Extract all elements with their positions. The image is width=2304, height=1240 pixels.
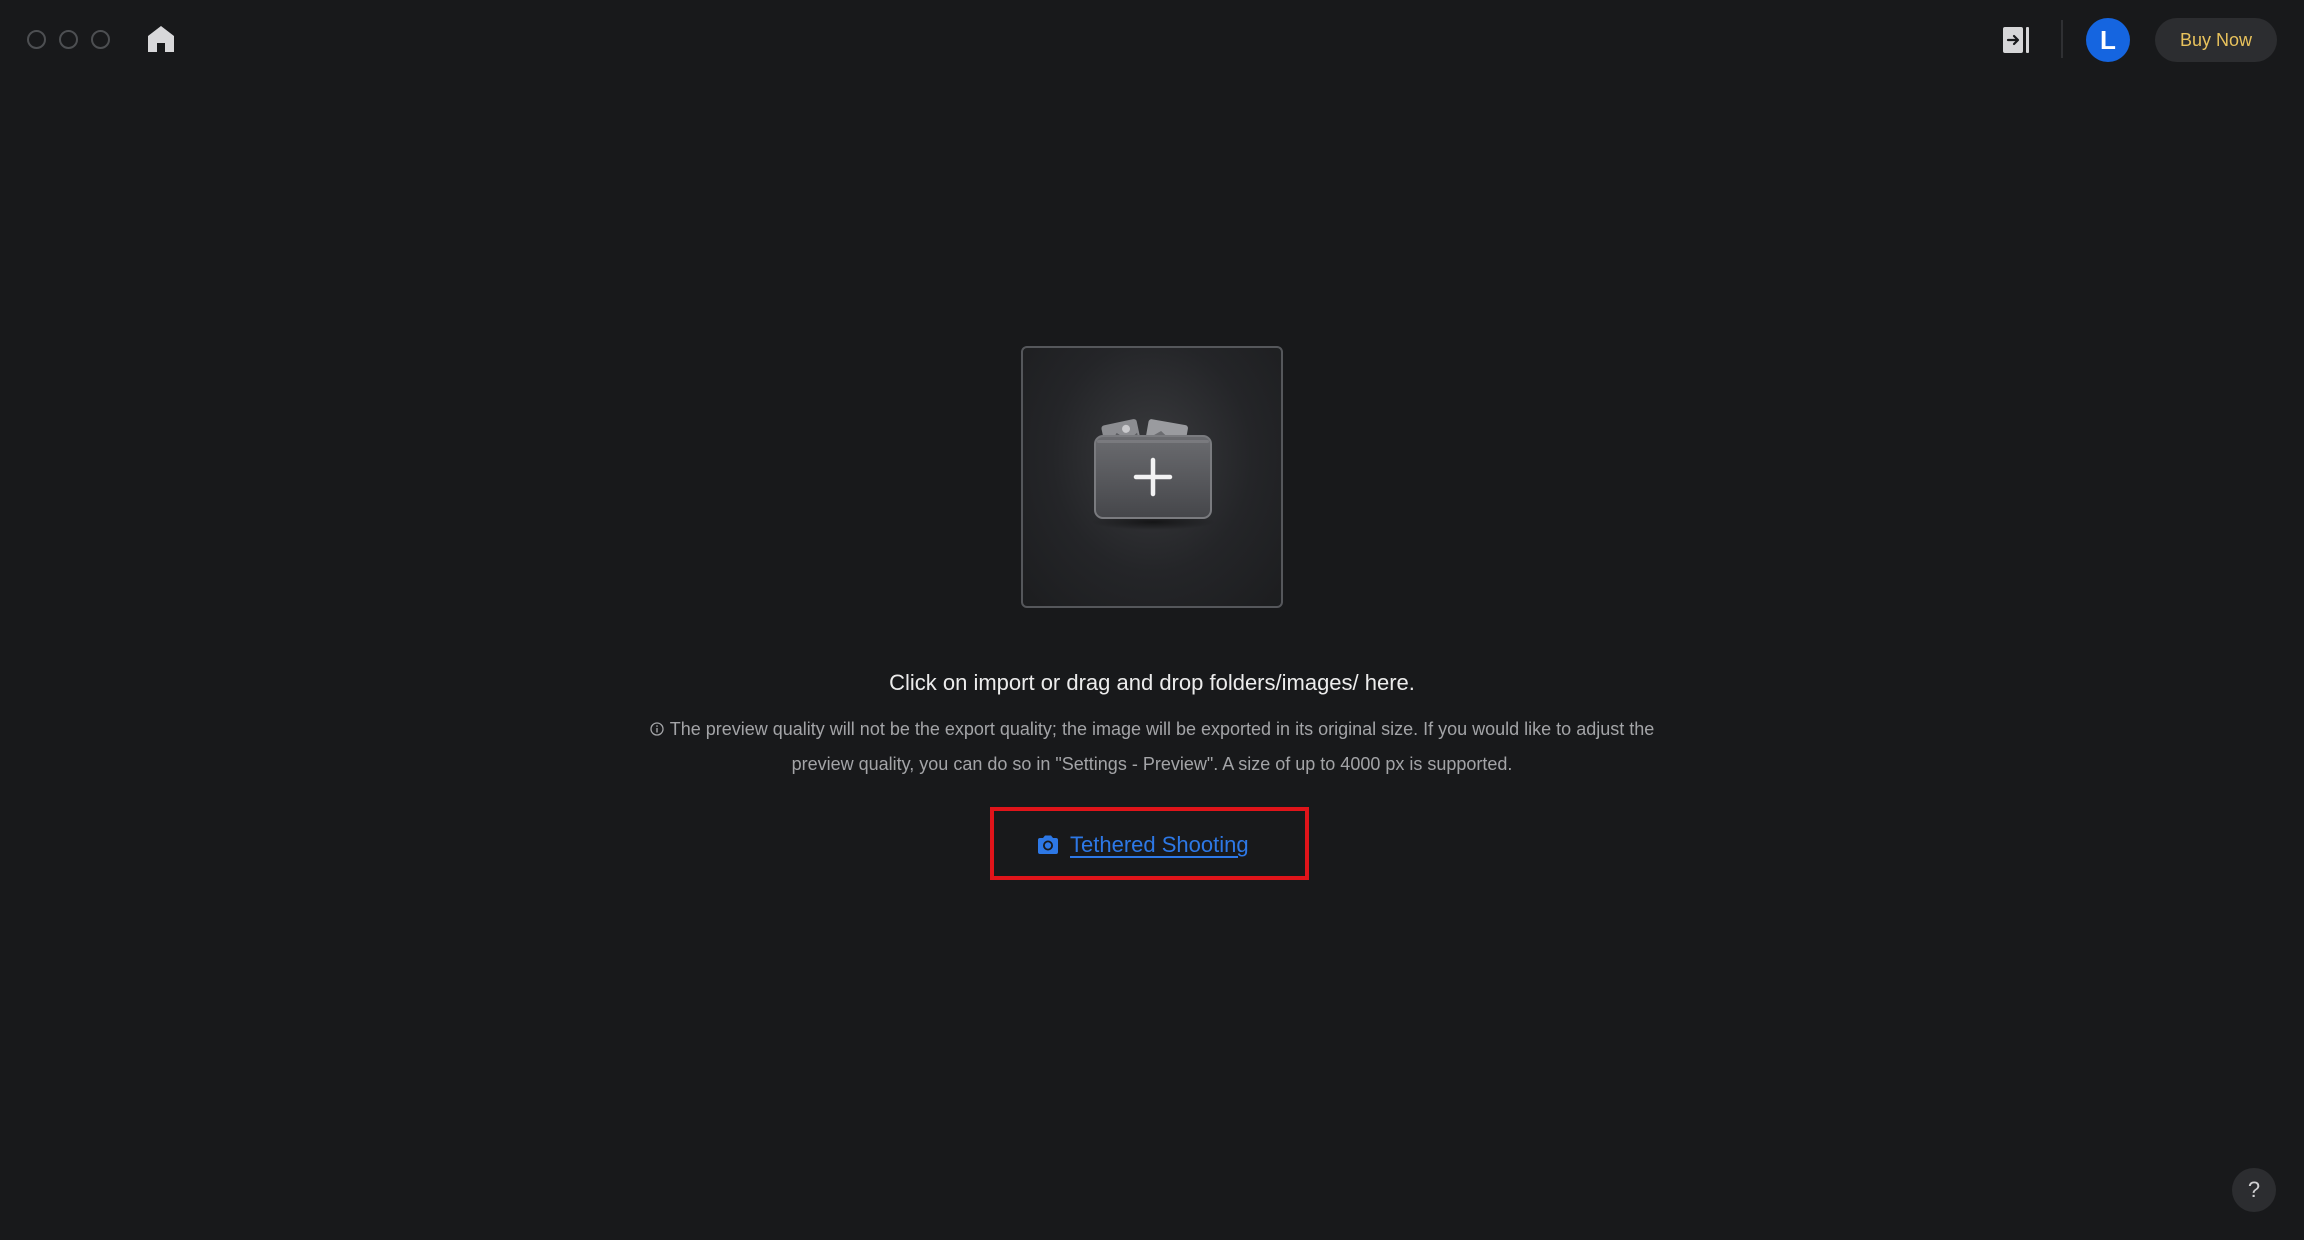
import-instruction: Click on import or drag and drop folders…: [889, 670, 1415, 695]
preview-quality-note: The preview quality will not be the expo…: [560, 712, 1744, 782]
folder-add-icon: [1091, 419, 1215, 530]
tethered-shooting-label[interactable]: Tethered Shooting: [1070, 832, 1249, 858]
note-line-1: The preview quality will not be the expo…: [669, 719, 1655, 739]
buy-now-button[interactable]: Buy Now: [2155, 18, 2277, 62]
window-zoom-button[interactable]: [91, 30, 110, 49]
window-minimize-button[interactable]: [59, 30, 78, 49]
tethered-shooting-link[interactable]: Tethered Shooting: [1036, 830, 1249, 860]
home-icon[interactable]: [146, 24, 176, 54]
note-line-2: preview quality, you can do so in "Setti…: [791, 754, 1513, 774]
help-button[interactable]: ?: [2232, 1168, 2276, 1212]
camera-icon: [1038, 835, 1058, 854]
window-close-button[interactable]: [27, 30, 46, 49]
info-icon: [650, 722, 664, 736]
import-drop-area[interactable]: [1021, 346, 1283, 608]
exit-sidebar-icon[interactable]: [2002, 24, 2032, 56]
user-avatar[interactable]: L: [2086, 18, 2130, 62]
app-window: L Buy Now Click on import or drag and dr…: [0, 0, 2304, 1240]
titlebar-divider: [2061, 20, 2063, 58]
title-bar: L Buy Now: [0, 0, 2304, 80]
